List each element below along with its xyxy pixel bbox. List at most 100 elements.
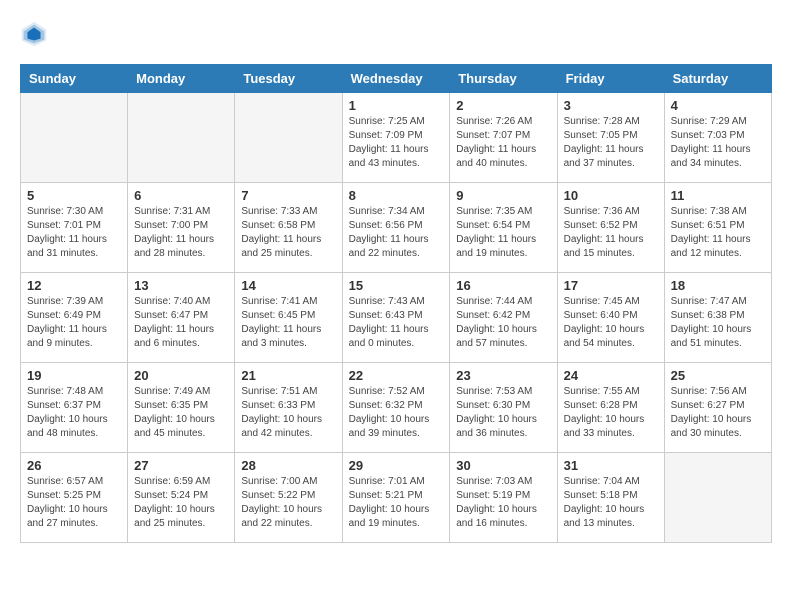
day-info: Sunrise: 7:34 AM Sunset: 6:56 PM Dayligh… [349,205,444,261]
col-header-saturday: Saturday [664,65,771,93]
col-header-friday: Friday [557,65,664,93]
day-number: 11 [671,188,765,203]
calendar-cell: 30 Sunrise: 7:03 AM Sunset: 5:19 PM Dayli… [450,453,557,543]
day-number: 31 [564,458,658,473]
calendar-cell: 4 Sunrise: 7:29 AM Sunset: 7:03 PM Daylig… [664,93,771,183]
calendar-cell: 9 Sunrise: 7:35 AM Sunset: 6:54 PM Daylig… [450,183,557,273]
calendar-cell: 8 Sunrise: 7:34 AM Sunset: 6:56 PM Daylig… [342,183,450,273]
day-number: 7 [241,188,335,203]
calendar-cell: 3Sunrise: 7:28 AM Sunset: 7:05 PM Daylig… [557,93,664,183]
day-info: Sunrise: 7:25 AM Sunset: 7:09 PM Dayligh… [349,115,444,171]
day-number: 18 [671,278,765,293]
day-info: Sunrise: 7:31 AM Sunset: 7:00 PM Dayligh… [134,205,228,261]
day-info: Sunrise: 7:47 AM Sunset: 6:38 PM Dayligh… [671,295,765,351]
day-number: 24 [564,368,658,383]
page-header [20,20,772,48]
day-number: 23 [456,368,550,383]
calendar-cell: 26 Sunrise: 6:57 AM Sunset: 5:25 PM Dayli… [21,453,128,543]
day-number: 6 [134,188,228,203]
col-header-monday: Monday [128,65,235,93]
calendar-cell: 6 Sunrise: 7:31 AM Sunset: 7:00 PM Daylig… [128,183,235,273]
calendar-cell: 15 Sunrise: 7:43 AM Sunset: 6:43 PM Dayli… [342,273,450,363]
calendar-cell: 1 Sunrise: 7:25 AM Sunset: 7:09 PM Daylig… [342,93,450,183]
day-info: Sunrise: 7:55 AM Sunset: 6:28 PM Dayligh… [564,385,658,441]
calendar-cell: 13 Sunrise: 7:40 AM Sunset: 6:47 PM Dayli… [128,273,235,363]
calendar-cell: 14 Sunrise: 7:41 AM Sunset: 6:45 PM Dayli… [235,273,342,363]
calendar-cell: 10Sunrise: 7:36 AM Sunset: 6:52 PM Dayli… [557,183,664,273]
day-number: 20 [134,368,228,383]
col-header-wednesday: Wednesday [342,65,450,93]
calendar-cell: 16 Sunrise: 7:44 AM Sunset: 6:42 PM Dayli… [450,273,557,363]
calendar-cell: 17 Sunrise: 7:45 AM Sunset: 6:40 PM Dayli… [557,273,664,363]
day-number: 8 [349,188,444,203]
day-number: 27 [134,458,228,473]
day-info: Sunrise: 7:38 AM Sunset: 6:51 PM Dayligh… [671,205,765,261]
day-info: Sunrise: 7:03 AM Sunset: 5:19 PM Dayligh… [456,475,550,531]
calendar-cell: 12 Sunrise: 7:39 AM Sunset: 6:49 PM Dayli… [21,273,128,363]
day-info: Sunrise: 7:33 AM Sunset: 6:58 PM Dayligh… [241,205,335,261]
logo [20,20,52,48]
day-number: 1 [349,98,444,113]
day-number: 30 [456,458,550,473]
day-number: 10 [564,188,658,203]
calendar-cell: 18 Sunrise: 7:47 AM Sunset: 6:38 PM Dayli… [664,273,771,363]
day-number: 4 [671,98,765,113]
calendar-cell: 24 Sunrise: 7:55 AM Sunset: 6:28 PM Dayli… [557,363,664,453]
day-number: 15 [349,278,444,293]
day-info: Sunrise: 7:49 AM Sunset: 6:35 PM Dayligh… [134,385,228,441]
day-info: Sunrise: 7:30 AM Sunset: 7:01 PM Dayligh… [27,205,121,261]
day-info: Sunrise: 7:45 AM Sunset: 6:40 PM Dayligh… [564,295,658,351]
week-row-4: 19 Sunrise: 7:48 AM Sunset: 6:37 PM Dayli… [21,363,772,453]
day-info: Sunrise: 7:44 AM Sunset: 6:42 PM Dayligh… [456,295,550,351]
day-number: 9 [456,188,550,203]
calendar-cell: 2Sunrise: 7:26 AM Sunset: 7:07 PM Daylig… [450,93,557,183]
day-info: Sunrise: 7:41 AM Sunset: 6:45 PM Dayligh… [241,295,335,351]
day-number: 12 [27,278,121,293]
calendar-cell: 20 Sunrise: 7:49 AM Sunset: 6:35 PM Dayli… [128,363,235,453]
day-info: Sunrise: 7:26 AM Sunset: 7:07 PM Dayligh… [456,115,550,171]
week-row-3: 12 Sunrise: 7:39 AM Sunset: 6:49 PM Dayli… [21,273,772,363]
day-number: 17 [564,278,658,293]
day-number: 3 [564,98,658,113]
calendar-table: SundayMondayTuesdayWednesdayThursdayFrid… [20,64,772,543]
day-info: Sunrise: 7:40 AM Sunset: 6:47 PM Dayligh… [134,295,228,351]
day-number: 26 [27,458,121,473]
day-info: Sunrise: 6:59 AM Sunset: 5:24 PM Dayligh… [134,475,228,531]
col-header-thursday: Thursday [450,65,557,93]
calendar-cell: 22Sunrise: 7:52 AM Sunset: 6:32 PM Dayli… [342,363,450,453]
calendar-cell: 21 Sunrise: 7:51 AM Sunset: 6:33 PM Dayli… [235,363,342,453]
day-info: Sunrise: 7:48 AM Sunset: 6:37 PM Dayligh… [27,385,121,441]
day-info: Sunrise: 7:29 AM Sunset: 7:03 PM Dayligh… [671,115,765,171]
day-info: Sunrise: 6:57 AM Sunset: 5:25 PM Dayligh… [27,475,121,531]
day-info: Sunrise: 7:39 AM Sunset: 6:49 PM Dayligh… [27,295,121,351]
day-number: 13 [134,278,228,293]
day-number: 16 [456,278,550,293]
day-info: Sunrise: 7:35 AM Sunset: 6:54 PM Dayligh… [456,205,550,261]
week-row-1: 1 Sunrise: 7:25 AM Sunset: 7:09 PM Daylig… [21,93,772,183]
calendar-cell: 28Sunrise: 7:00 AM Sunset: 5:22 PM Dayli… [235,453,342,543]
calendar-cell: 5Sunrise: 7:30 AM Sunset: 7:01 PM Daylig… [21,183,128,273]
calendar-cell [128,93,235,183]
calendar-cell [235,93,342,183]
col-header-sunday: Sunday [21,65,128,93]
day-number: 19 [27,368,121,383]
day-info: Sunrise: 7:01 AM Sunset: 5:21 PM Dayligh… [349,475,444,531]
week-row-5: 26 Sunrise: 6:57 AM Sunset: 5:25 PM Dayli… [21,453,772,543]
day-info: Sunrise: 7:53 AM Sunset: 6:30 PM Dayligh… [456,385,550,441]
calendar-cell: 29 Sunrise: 7:01 AM Sunset: 5:21 PM Dayli… [342,453,450,543]
calendar-cell [21,93,128,183]
day-number: 14 [241,278,335,293]
day-info: Sunrise: 7:51 AM Sunset: 6:33 PM Dayligh… [241,385,335,441]
day-number: 29 [349,458,444,473]
calendar-cell: 11 Sunrise: 7:38 AM Sunset: 6:51 PM Dayli… [664,183,771,273]
day-number: 22 [349,368,444,383]
day-info: Sunrise: 7:43 AM Sunset: 6:43 PM Dayligh… [349,295,444,351]
day-info: Sunrise: 7:00 AM Sunset: 5:22 PM Dayligh… [241,475,335,531]
day-number: 21 [241,368,335,383]
calendar-cell: 19 Sunrise: 7:48 AM Sunset: 6:37 PM Dayli… [21,363,128,453]
calendar-cell: 27 Sunrise: 6:59 AM Sunset: 5:24 PM Dayli… [128,453,235,543]
week-row-2: 5Sunrise: 7:30 AM Sunset: 7:01 PM Daylig… [21,183,772,273]
calendar-cell: 31 Sunrise: 7:04 AM Sunset: 5:18 PM Dayli… [557,453,664,543]
day-info: Sunrise: 7:04 AM Sunset: 5:18 PM Dayligh… [564,475,658,531]
calendar-header-row: SundayMondayTuesdayWednesdayThursdayFrid… [21,65,772,93]
